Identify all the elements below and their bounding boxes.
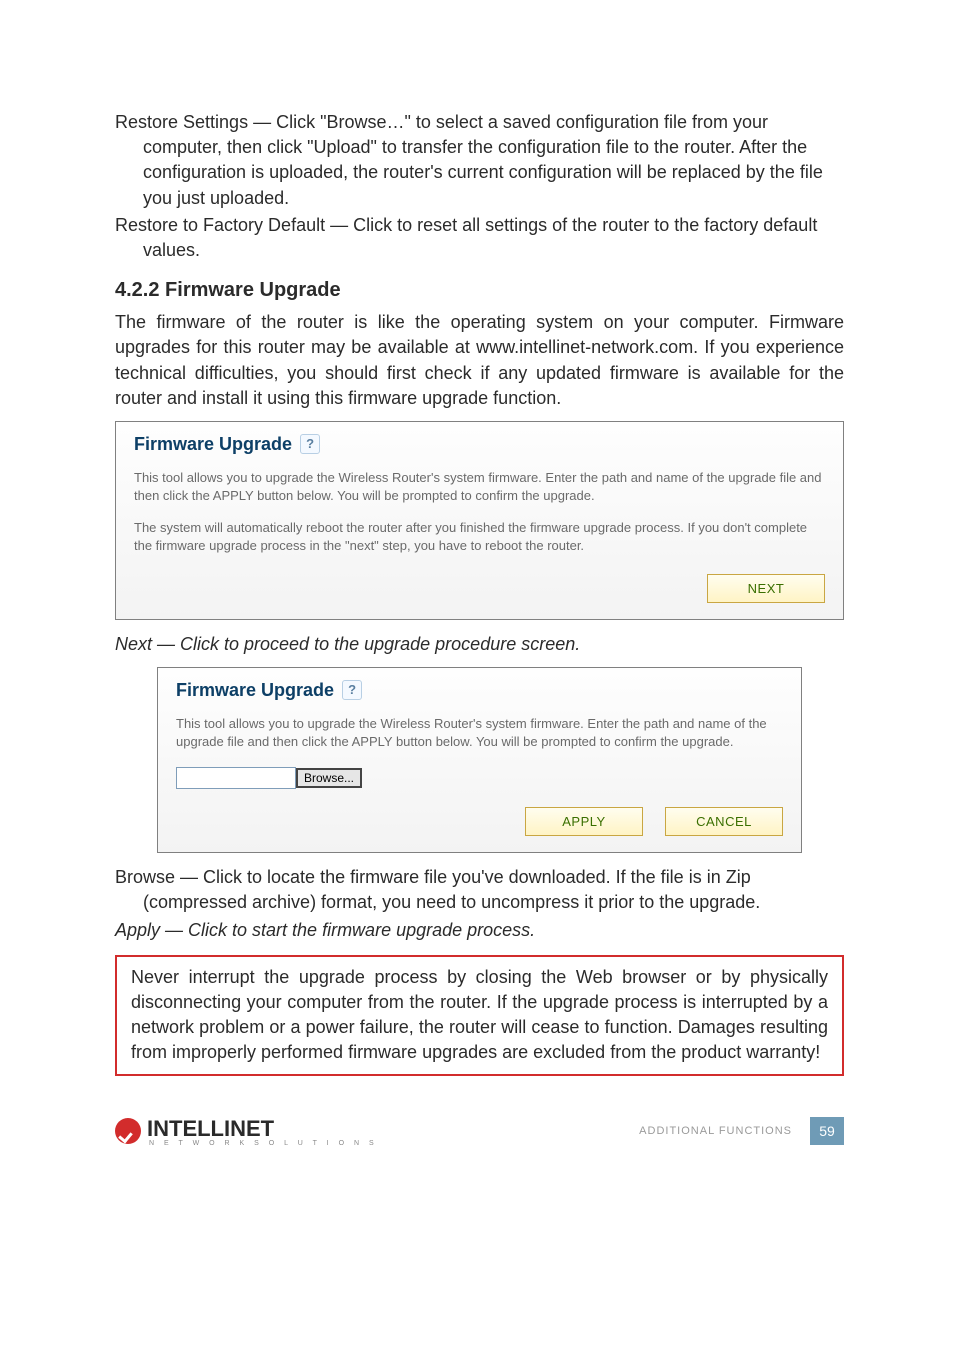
- firmware-panel-step1: Firmware Upgrade ? This tool allows you …: [115, 421, 844, 620]
- warning-box: Never interrupt the upgrade process by c…: [115, 955, 844, 1076]
- restore-factory-paragraph: Restore to Factory Default — Click to re…: [115, 213, 844, 263]
- intro-paragraph: The firmware of the router is like the o…: [115, 310, 844, 411]
- cancel-button[interactable]: CANCEL: [665, 807, 783, 836]
- firmware-panel-step2: Firmware Upgrade ? This tool allows you …: [157, 667, 802, 853]
- text: Restore to Factory Default — Click to re…: [115, 215, 817, 260]
- next-button[interactable]: NEXT: [707, 574, 825, 603]
- apply-caption: Apply — Click to start the firmware upgr…: [115, 918, 844, 943]
- page-footer: INTELLINET N E T W O R K S O L U T I O N…: [115, 1116, 844, 1147]
- text: Browse — Click to locate the firmware fi…: [115, 867, 760, 912]
- panel-title-row: Firmware Upgrade ?: [134, 434, 825, 455]
- restore-settings-paragraph: Restore Settings — Click "Browse…" to se…: [115, 110, 844, 211]
- footer-section-label: ADDITIONAL FUNCTIONS: [639, 1125, 792, 1137]
- section-heading: 4.2.2 Firmware Upgrade: [115, 279, 844, 302]
- panel-title: Firmware Upgrade: [134, 434, 292, 455]
- button-row: APPLY CANCEL: [176, 807, 783, 836]
- next-caption: Next — Click to proceed to the upgrade p…: [115, 632, 844, 657]
- brand-name: INTELLINET: [147, 1116, 378, 1142]
- text: Restore Settings — Click "Browse…" to se…: [115, 112, 823, 208]
- file-row: Browse...: [176, 767, 783, 789]
- document-page: Restore Settings — Click "Browse…" to se…: [0, 0, 954, 1187]
- panel-desc: This tool allows you to upgrade the Wire…: [176, 715, 783, 751]
- page-number: 59: [810, 1117, 844, 1145]
- help-icon[interactable]: ?: [342, 680, 362, 700]
- footer-right: ADDITIONAL FUNCTIONS 59: [639, 1117, 844, 1145]
- checkmark-icon: [115, 1118, 141, 1144]
- panel-desc-2: The system will automatically reboot the…: [134, 519, 825, 555]
- file-path-input[interactable]: [176, 767, 296, 789]
- help-icon[interactable]: ?: [300, 434, 320, 454]
- panel-desc-1: This tool allows you to upgrade the Wire…: [134, 469, 825, 505]
- brand-logo: INTELLINET N E T W O R K S O L U T I O N…: [115, 1116, 378, 1147]
- panel-title-row: Firmware Upgrade ?: [176, 680, 783, 701]
- apply-button[interactable]: APPLY: [525, 807, 643, 836]
- logo-text: INTELLINET N E T W O R K S O L U T I O N…: [147, 1116, 378, 1147]
- brand-tagline: N E T W O R K S O L U T I O N S: [147, 1140, 378, 1147]
- browse-caption: Browse — Click to locate the firmware fi…: [115, 865, 844, 915]
- text: Apply — Click to start the firmware upgr…: [115, 920, 535, 940]
- browse-button[interactable]: Browse...: [296, 768, 362, 788]
- text: Next — Click to proceed to the upgrade p…: [115, 634, 580, 654]
- panel-title: Firmware Upgrade: [176, 680, 334, 701]
- button-row: NEXT: [134, 574, 825, 603]
